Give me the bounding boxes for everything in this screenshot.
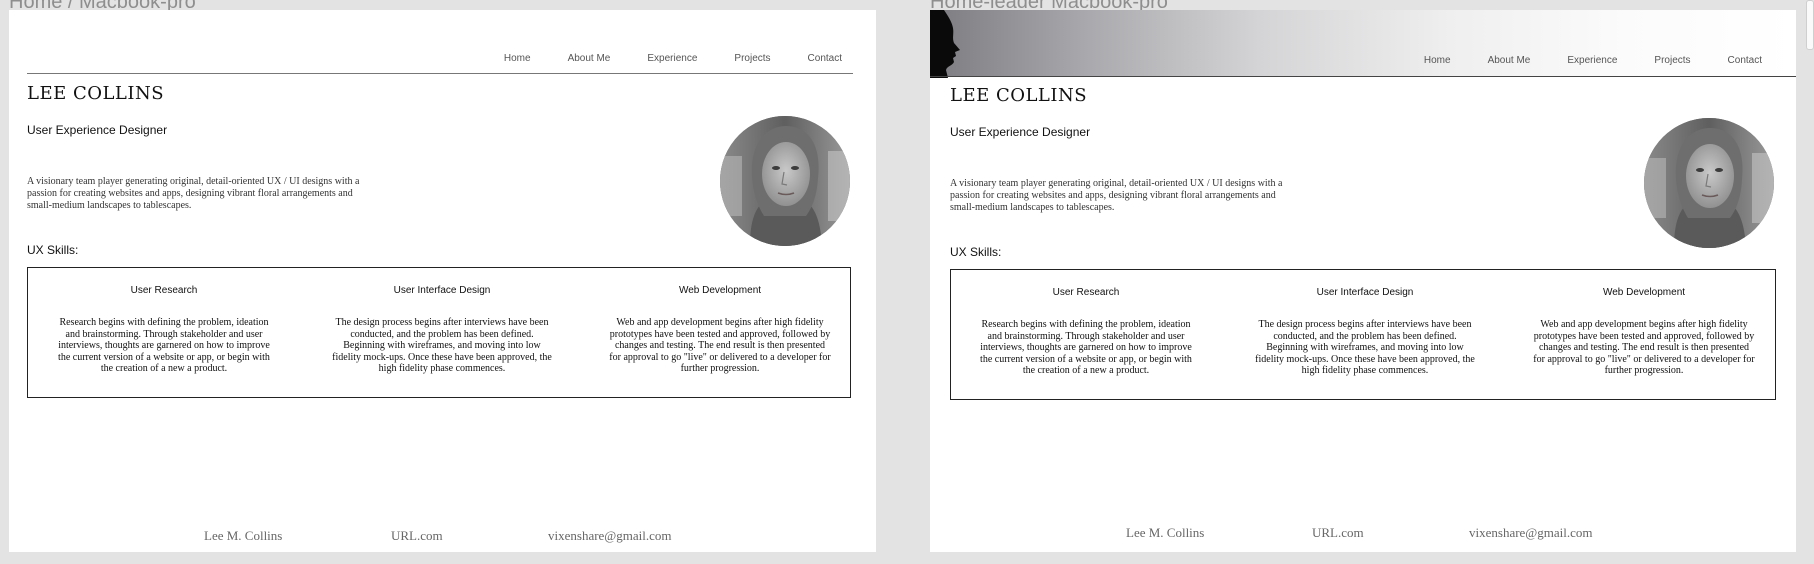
skill-title: User Interface Design	[1316, 287, 1414, 298]
nav-home[interactable]: Home	[504, 53, 531, 64]
nav-home[interactable]: Home	[1424, 55, 1451, 66]
skill-title: User Research	[130, 285, 198, 296]
skill-card: User Interface Design The design process…	[1254, 270, 1476, 377]
footer-url[interactable]: URL.com	[391, 528, 443, 544]
nav-about-me[interactable]: About Me	[568, 53, 611, 64]
main-nav: Home About Me Experience Projects Contac…	[467, 53, 842, 64]
footer-email[interactable]: vixenshare@gmail.com	[548, 528, 672, 544]
skills-panel: User Research Research begins with defin…	[27, 267, 851, 398]
vertical-scrollbar[interactable]	[1806, 0, 1814, 50]
skills-heading: UX Skills:	[950, 245, 1002, 259]
intro-paragraph: A visionary team player generating origi…	[950, 178, 1283, 213]
header-banner	[930, 10, 1796, 78]
nav-projects[interactable]: Projects	[734, 53, 770, 64]
skill-description: The design process begins after intervie…	[332, 317, 552, 375]
footer-email[interactable]: vixenshare@gmail.com	[1469, 525, 1593, 541]
job-title: User Experience Designer	[950, 125, 1091, 139]
skills-panel: User Research Research begins with defin…	[950, 269, 1776, 400]
skill-title: User Research	[1052, 287, 1120, 298]
skill-description: The design process begins after intervie…	[1255, 319, 1475, 377]
artboard-home[interactable]: Home About Me Experience Projects Contac…	[9, 10, 876, 552]
footer-name: Lee M. Collins	[204, 528, 283, 543]
face-silhouette-icon	[930, 10, 960, 78]
skill-title: Web Development	[678, 285, 762, 296]
nav-divider	[27, 73, 853, 74]
job-title: User Experience Designer	[27, 123, 168, 137]
skill-title: User Interface Design	[393, 285, 491, 296]
nav-divider	[930, 76, 1796, 77]
nav-contact[interactable]: Contact	[808, 53, 842, 64]
main-nav: Home About Me Experience Projects Contac…	[1387, 55, 1762, 66]
skills-heading: UX Skills:	[27, 243, 79, 257]
skill-description: Research begins with defining the proble…	[980, 319, 1192, 377]
profile-photo	[1644, 118, 1774, 248]
skill-title: Web Development	[1602, 287, 1686, 298]
page-title: LEE COLLINS	[27, 83, 165, 104]
footer-url[interactable]: URL.com	[1312, 525, 1364, 541]
nav-experience[interactable]: Experience	[1567, 55, 1617, 66]
nav-projects[interactable]: Projects	[1654, 55, 1690, 66]
footer-name: Lee M. Collins	[1126, 525, 1205, 540]
skill-description: Research begins with defining the proble…	[58, 317, 270, 375]
profile-photo	[720, 116, 850, 246]
skill-description: Web and app development begins after hig…	[609, 317, 831, 375]
skill-card: User Research Research begins with defin…	[53, 268, 275, 375]
skill-description: Web and app development begins after hig…	[1533, 319, 1755, 377]
skill-card: Web Development Web and app development …	[1533, 270, 1755, 377]
skill-card: User Research Research begins with defin…	[975, 270, 1197, 377]
skill-card: User Interface Design The design process…	[331, 268, 553, 375]
nav-about-me[interactable]: About Me	[1488, 55, 1531, 66]
skill-card: Web Development Web and app development …	[609, 268, 831, 375]
intro-paragraph: A visionary team player generating origi…	[27, 176, 360, 211]
page-title: LEE COLLINS	[950, 85, 1088, 106]
nav-experience[interactable]: Experience	[647, 53, 697, 64]
artboard-home-leader[interactable]: Home About Me Experience Projects Contac…	[930, 10, 1796, 552]
nav-contact[interactable]: Contact	[1728, 55, 1762, 66]
